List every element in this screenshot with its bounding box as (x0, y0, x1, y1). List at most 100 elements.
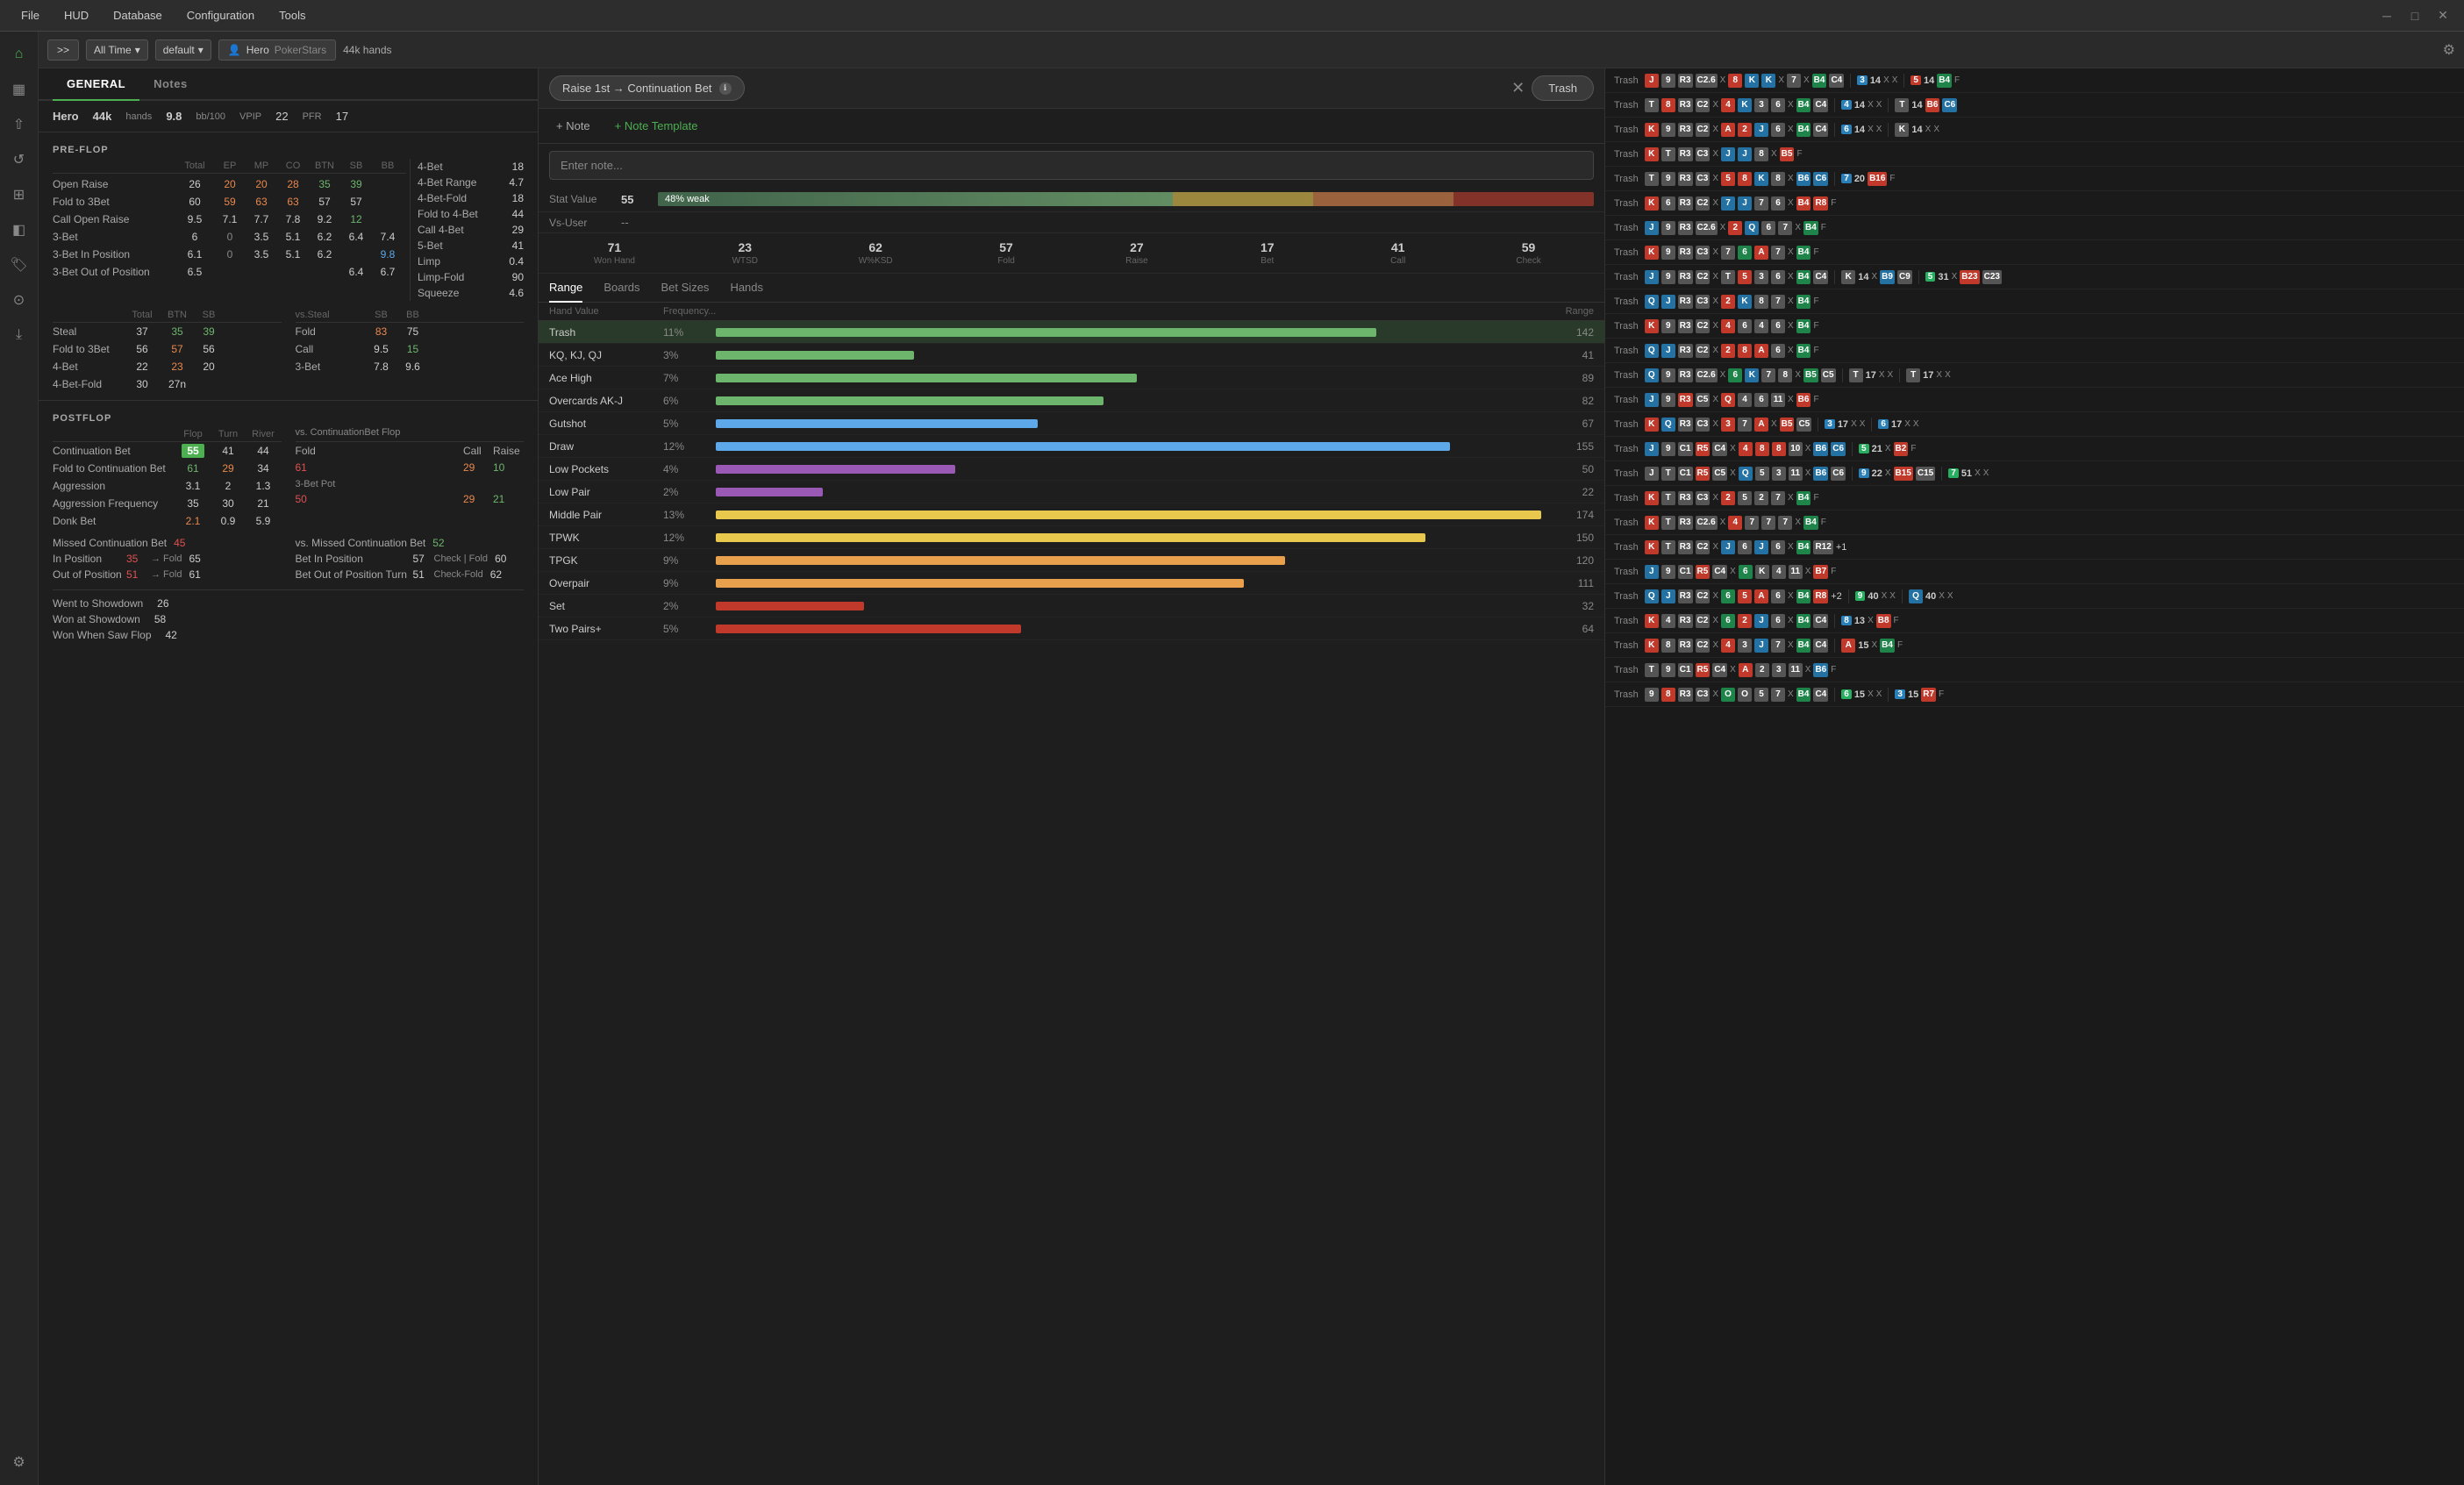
time-range-dropdown[interactable]: All Time ▾ (86, 39, 148, 61)
stat-fold-3bet: Fold to 3Bet 60 59 63 63 57 57 (53, 193, 406, 211)
hand-row[interactable]: Trash QJR3C2 X 28A6 X B4F (1605, 339, 2464, 363)
stat-squeeze: Squeeze 4.6 (418, 285, 524, 301)
hand-row[interactable]: Trash QJR3C2 X 65A6 X B4R8+2 940XX Q40XX (1605, 584, 2464, 609)
range-row-trash[interactable]: Trash 11% 142 (539, 321, 1604, 344)
close-button[interactable]: ✕ (2431, 4, 2455, 28)
stat-4bet-fold-steal: 4-Bet-Fold 30 27n (53, 375, 282, 393)
range-row-ace-high[interactable]: Ace High 7% 89 (539, 367, 1604, 389)
stat-agg-freq: Aggression Frequency 35 30 21 (53, 495, 282, 512)
minimize-button[interactable]: ─ (2375, 4, 2399, 28)
hand-row[interactable]: Trash KTR3C2 X J6J6 X B4R12+1 (1605, 535, 2464, 560)
hand-row[interactable]: Trash 98R3C3 X OO57 X B4C4 615XX 315R7F (1605, 682, 2464, 707)
hero-section: Hero 44k hands 9.8 bb/100 VPIP 22 PFR 17 (39, 101, 538, 132)
stat-3bet-vs-steal: 3-Bet 7.8 9.6 (296, 358, 525, 375)
stat-4bet: 4-Bet 18 (418, 159, 524, 175)
hero-vpip-label: VPIP (239, 111, 261, 122)
sidebar-settings-icon[interactable]: ⚙ (4, 1446, 35, 1478)
menu-hud[interactable]: HUD (52, 5, 101, 25)
gear-button[interactable]: ⚙ (2443, 41, 2455, 59)
player-icon: 👤 (228, 44, 241, 56)
range-row-low-pair[interactable]: Low Pair 2% 22 (539, 481, 1604, 503)
hand-row[interactable]: Trash K8R3C2 X 43J7 X B4C4 A15XB4F (1605, 633, 2464, 658)
sidebar-home-icon[interactable]: ⌂ (4, 39, 35, 70)
hand-row[interactable]: Trash J9R3C5 X Q4611 X B6F (1605, 388, 2464, 412)
nav-tab-boards[interactable]: Boards (604, 274, 639, 302)
hand-row[interactable]: Trash JTC1R5C5 X Q5311 X B6C6 922XB15C15… (1605, 461, 2464, 486)
hand-row[interactable]: Trash KTR3C3 X 2527 X B4F (1605, 486, 2464, 510)
range-table-header: Hand Value Frequency... Range (539, 303, 1604, 321)
menu-bar: File HUD Database Configuration Tools ─ … (0, 0, 2464, 32)
hand-stat-raise: 27 Raise (1072, 240, 1203, 266)
range-row-set[interactable]: Set 2% 32 (539, 595, 1604, 618)
sidebar-filter-icon[interactable]: ⊞ (4, 179, 35, 211)
range-nav-tabs: Range Boards Bet Sizes Hands (539, 274, 1604, 303)
menu-database[interactable]: Database (101, 5, 175, 25)
sidebar-stats-icon[interactable]: ◧ (4, 214, 35, 246)
trash-button[interactable]: Trash (1532, 75, 1594, 101)
stat-call-vs-steal: Call 9.5 15 (296, 340, 525, 358)
menu-tools[interactable]: Tools (267, 5, 318, 25)
range-row-overpair[interactable]: Overpair 9% 111 (539, 572, 1604, 595)
note-input[interactable]: Enter note... (549, 151, 1594, 180)
preflop-section: PRE-FLOP Total EP MP CO BTN SB BB (39, 132, 538, 400)
hand-row[interactable]: Trash J9R3C2.6 X 8KK X 7XB4C4 314XX 514B… (1605, 68, 2464, 93)
hand-row[interactable]: Trash K9R3C3 X 76A7 X B4F (1605, 240, 2464, 265)
hand-row[interactable]: Trash K9R3C2 X 4646 X B4F (1605, 314, 2464, 339)
note-info-icon[interactable]: ℹ (719, 82, 732, 95)
note-actions: + Note + Note Template (539, 109, 1604, 144)
maximize-button[interactable]: □ (2403, 4, 2427, 28)
hand-row[interactable]: Trash K9R3C2 X A2J6 X B4C4 614XX K14XX (1605, 118, 2464, 142)
stat-fold-to-3bet-steal: Fold to 3Bet 56 57 56 (53, 340, 282, 358)
nav-tab-hands[interactable]: Hands (730, 274, 763, 302)
tab-notes[interactable]: Notes (139, 68, 202, 99)
hand-row[interactable]: Trash K4R3C2 X 62J6 X B4C4 813XB8F (1605, 609, 2464, 633)
hand-row[interactable]: Trash KTR3C3 X JJ8 X B5F (1605, 142, 2464, 167)
hands-count: 44k hands (343, 44, 391, 56)
add-template-button[interactable]: + Note Template (608, 116, 705, 136)
sidebar-database-icon[interactable]: ⊙ (4, 284, 35, 316)
hand-stat-check: 59 Check (1463, 240, 1594, 266)
hand-row[interactable]: Trash T9R3C3 X 58K8 X B6C6 720B16F (1605, 167, 2464, 191)
range-row-overcards[interactable]: Overcards AK-J 6% 82 (539, 389, 1604, 412)
hand-row[interactable]: Trash Q9R3C2.6 X 6K78 X B5C5 T17XX T17XX (1605, 363, 2464, 388)
nav-tab-range[interactable]: Range (549, 274, 582, 303)
sidebar-tag-icon[interactable]: 🏷 (4, 249, 35, 281)
stat-open-raise: Open Raise 26 20 20 28 35 39 (53, 175, 406, 193)
menu-file[interactable]: File (9, 5, 52, 25)
hand-row[interactable]: Trash KTR3C2.6 X 4777 X B4F (1605, 510, 2464, 535)
hero-bb100-label: bb/100 (196, 111, 225, 122)
hand-row[interactable]: Trash J9C1R5C4 X 6K411 X B7F (1605, 560, 2464, 584)
range-row-tpwk[interactable]: TPWK 12% 150 (539, 526, 1604, 549)
range-row-kq-kj-qj[interactable]: KQ, KJ, QJ 3% 41 (539, 344, 1604, 367)
range-row-low-pockets[interactable]: Low Pockets 4% 50 (539, 458, 1604, 481)
range-row-middle-pair[interactable]: Middle Pair 13% 174 (539, 503, 1604, 526)
hand-row[interactable]: Trash T8R3C2 X 4K36 X B4C4 414XX T14B6C6 (1605, 93, 2464, 118)
nav-tab-bet-sizes[interactable]: Bet Sizes (661, 274, 710, 302)
range-row-draw[interactable]: Draw 12% 155 (539, 435, 1604, 458)
stat-call-open-raise: Call Open Raise 9.5 7.1 7.7 7.8 9.2 12 (53, 211, 406, 228)
range-row-gutshot[interactable]: Gutshot 5% 67 (539, 412, 1604, 435)
add-note-button[interactable]: + Note (549, 116, 597, 136)
stat-aggression: Aggression 3.1 2 1.3 (53, 477, 282, 495)
range-row-tpgk[interactable]: TPGK 9% 120 (539, 549, 1604, 572)
hand-row[interactable]: Trash T9C1R5C4 X A2311 X B6F (1605, 658, 2464, 682)
hand-row[interactable]: Trash K6R3C2 X 7J76 X B4R8F (1605, 191, 2464, 216)
hand-row[interactable]: Trash J9C1R5C4 X 48810 X B6C6 521XB2F (1605, 437, 2464, 461)
hero-hands-label: hands (125, 111, 152, 122)
vs-user-value: -- (621, 216, 629, 229)
sidebar-import-icon[interactable]: ⤓ (4, 319, 35, 351)
note-close-button[interactable]: ✕ (1511, 79, 1525, 97)
sidebar-replay-icon[interactable]: ↺ (4, 144, 35, 175)
expand-button[interactable]: >> (47, 39, 79, 61)
hand-row[interactable]: Trash QJR3C3 X 2K87 X B4F (1605, 289, 2464, 314)
hand-row[interactable]: Trash J9R3C2 X T536 X B4C4 K14XB9C9 531X… (1605, 265, 2464, 289)
sidebar-share-icon[interactable]: ⇧ (4, 109, 35, 140)
tab-general[interactable]: GENERAL (53, 68, 139, 101)
main-content: >> All Time ▾ default ▾ 👤 Hero PokerStar… (39, 32, 2464, 1485)
range-row-two-pairs[interactable]: Two Pairs+ 5% 64 (539, 618, 1604, 640)
hand-row[interactable]: Trash KQR3C3 X 37A X B5C5 317XX 617XX (1605, 412, 2464, 437)
hand-row[interactable]: Trash J9R3C2.6 X 2Q67 X B4F (1605, 216, 2464, 240)
menu-configuration[interactable]: Configuration (175, 5, 267, 25)
sidebar-hud-icon[interactable]: ▦ (4, 74, 35, 105)
profile-dropdown[interactable]: default ▾ (155, 39, 211, 61)
